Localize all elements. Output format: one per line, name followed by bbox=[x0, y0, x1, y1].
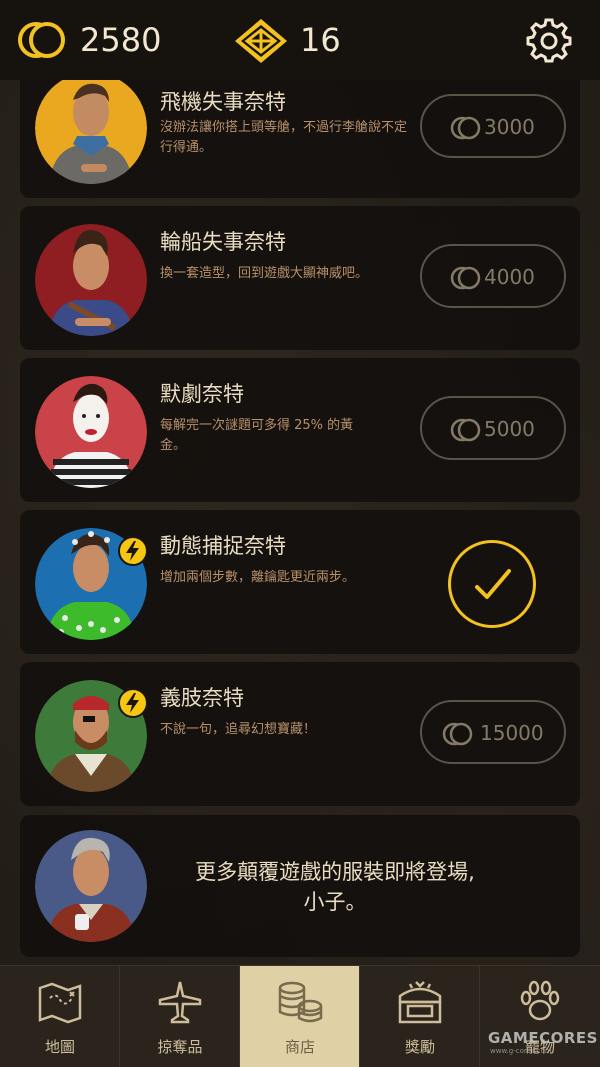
item-description: 不說一句，追尋幻想寶藏！ bbox=[160, 722, 317, 737]
top-bar: 2580 16 bbox=[0, 0, 600, 80]
bolt-icon bbox=[118, 688, 148, 718]
shop-item-card: 默劇奈特 每解完一次謎題可多得 25% 的黃金。 5000 bbox=[20, 358, 580, 502]
price-label: 15000 bbox=[480, 721, 544, 745]
buy-button[interactable]: 5000 bbox=[420, 396, 566, 460]
item-description: 沒辦法讓你搭上頭等艙，不過行李艙說不定行得通。 bbox=[160, 120, 408, 155]
treasure-chest-icon bbox=[398, 981, 442, 1024]
character-avatar bbox=[35, 72, 147, 184]
nav-tab-rewards[interactable]: 獎勵 bbox=[360, 966, 480, 1067]
nav-tab-loot[interactable]: 掠奪品 bbox=[120, 966, 240, 1067]
item-title: 輪船失事奈特 bbox=[160, 230, 286, 254]
settings-gear-icon[interactable] bbox=[526, 18, 572, 64]
item-description: 每解完一次謎題可多得 25% 的黃金。 bbox=[160, 418, 354, 453]
item-title: 默劇奈特 bbox=[160, 382, 244, 406]
checkmark-icon bbox=[475, 569, 511, 599]
price-label: 3000 bbox=[484, 115, 535, 139]
gem-icon bbox=[232, 16, 290, 66]
paw-icon bbox=[520, 980, 560, 1021]
price-label: 5000 bbox=[484, 417, 535, 441]
shop-item-card: 輪船失事奈特 換一套造型，回到遊戲大顯神威吧。 4000 bbox=[20, 206, 580, 350]
coin-icon bbox=[450, 266, 481, 290]
nav-label: 商店 bbox=[284, 1038, 315, 1056]
item-title: 飛機失事奈特 bbox=[160, 90, 286, 114]
item-title: 義肢奈特 bbox=[160, 686, 244, 710]
coming-soon-line-2: 小子。 bbox=[303, 890, 367, 914]
buy-button[interactable]: 15000 bbox=[420, 700, 566, 764]
price-label: 4000 bbox=[484, 265, 535, 289]
gem-balance: 16 bbox=[300, 21, 341, 59]
character-avatar bbox=[35, 224, 147, 336]
airplane-icon bbox=[158, 981, 202, 1024]
buy-button[interactable]: 3000 bbox=[420, 94, 566, 158]
character-avatar bbox=[35, 376, 147, 488]
item-title: 動態捕捉奈特 bbox=[160, 534, 286, 558]
shop-item-card: 義肢奈特 不說一句，追尋幻想寶藏！ 15000 bbox=[20, 662, 580, 806]
nav-label: 地圖 bbox=[44, 1038, 75, 1056]
shop-item-card: 動態捕捉奈特 增加兩個步數，離鑰匙更近兩步。 bbox=[20, 510, 580, 654]
coin-icon bbox=[450, 418, 481, 442]
coin-icon bbox=[442, 722, 473, 746]
coins-icon bbox=[278, 981, 323, 1023]
character-avatar bbox=[35, 830, 147, 942]
coming-soon-card: 更多顛覆遊戲的服裝即將登場, 小子。 bbox=[20, 815, 580, 957]
watermark-text: GAMECORES bbox=[488, 1029, 598, 1047]
coin-balance: 2580 bbox=[80, 21, 162, 59]
nav-tab-shop[interactable]: 商店 bbox=[240, 966, 360, 1067]
nav-tab-map[interactable]: 地圖 bbox=[0, 966, 120, 1067]
nav-label: 獎勵 bbox=[404, 1038, 435, 1056]
item-description: 換一套造型，回到遊戲大顯神威吧。 bbox=[160, 266, 369, 281]
bolt-icon bbox=[118, 536, 148, 566]
coming-soon-message: 更多顛覆遊戲的服裝即將登場, 小子。 bbox=[170, 857, 500, 917]
buy-button[interactable]: 4000 bbox=[420, 244, 566, 308]
coin-icon bbox=[450, 116, 481, 140]
item-description: 增加兩個步數，離鑰匙更近兩步。 bbox=[160, 570, 356, 585]
coming-soon-line-1: 更多顛覆遊戲的服裝即將登場, bbox=[195, 860, 475, 884]
watermark-subtext: www.g-cores.com bbox=[490, 1047, 552, 1055]
coin-stack-icon bbox=[16, 18, 68, 62]
map-icon bbox=[38, 982, 82, 1024]
owned-checkmark-button[interactable] bbox=[448, 540, 536, 628]
nav-label: 掠奪品 bbox=[157, 1038, 203, 1056]
